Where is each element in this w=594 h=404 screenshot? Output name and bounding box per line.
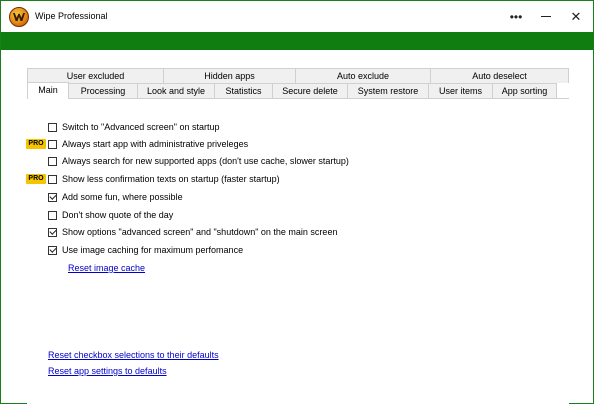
checkbox-add-fun[interactable] [48, 192, 57, 202]
option-add-fun[interactable]: Add some fun, where possible [48, 191, 183, 203]
checkbox-no-quote[interactable] [48, 210, 57, 220]
reset-image-cache-link[interactable]: Reset image cache [68, 263, 145, 273]
option-label: Don't show quote of the day [62, 210, 174, 220]
option-label: Add some fun, where possible [62, 192, 183, 202]
app-logo-icon [9, 7, 29, 27]
option-less-confirmations[interactable]: PRO Show less confirmation texts on star… [26, 173, 280, 185]
option-label: Always start app with administrative pri… [62, 139, 249, 149]
option-label: Show less confirmation texts on startup … [62, 174, 280, 184]
option-label: Always search for new supported apps (do… [62, 156, 349, 166]
close-icon: ✕ [570, 9, 582, 24]
checkbox-search-new-apps[interactable] [48, 156, 57, 166]
tab-secure-delete[interactable]: Secure delete [272, 83, 348, 98]
tab-auto-deselect[interactable]: Auto deselect [430, 68, 569, 83]
checkbox-image-caching[interactable] [48, 245, 57, 255]
tab-processing[interactable]: Processing [68, 83, 138, 98]
close-button[interactable]: ✕ [561, 1, 591, 32]
tab-user-excluded[interactable]: User excluded [27, 68, 164, 83]
option-image-caching[interactable]: Use image caching for maximum perfomance [48, 244, 243, 256]
minimize-icon [541, 16, 551, 17]
title-bar: Wipe Professional ••• ✕ [1, 1, 593, 32]
pro-badge: PRO [26, 139, 46, 149]
window-title: Wipe Professional [35, 11, 108, 21]
tab-row-bottom: Main Processing Look and style Statistic… [27, 82, 569, 99]
option-no-quote[interactable]: Don't show quote of the day [48, 209, 173, 221]
checkbox-less-confirmations[interactable] [48, 174, 57, 184]
tab-hidden-apps[interactable]: Hidden apps [163, 68, 296, 83]
header-accent-bar [1, 32, 593, 50]
reset-app-settings-link[interactable]: Reset app settings to defaults [48, 366, 167, 376]
reset-checkbox-selections-link[interactable]: Reset checkbox selections to their defau… [48, 350, 219, 360]
tab-user-items[interactable]: User items [428, 83, 493, 98]
tab-system-restore[interactable]: System restore [347, 83, 429, 98]
option-label: Use image caching for maximum perfomance [62, 245, 244, 255]
main-settings-panel: Switch to "Advanced screen" on startup P… [26, 98, 569, 404]
tab-statistics[interactable]: Statistics [214, 83, 273, 98]
option-label: Show options "advanced screen" and "shut… [62, 227, 338, 237]
more-options-button[interactable]: ••• [501, 1, 531, 32]
checkbox-admin-privileges[interactable] [48, 139, 57, 149]
tab-app-sorting[interactable]: App sorting [492, 83, 557, 98]
tab-row-top: User excluded Hidden apps Auto exclude A… [27, 68, 569, 83]
tab-auto-exclude[interactable]: Auto exclude [295, 68, 431, 83]
tab-look-and-style[interactable]: Look and style [137, 83, 215, 98]
pro-badge: PRO [26, 174, 46, 184]
option-label: Switch to "Advanced screen" on startup [62, 122, 220, 132]
option-advanced-screen[interactable]: Switch to "Advanced screen" on startup [48, 121, 219, 133]
app-window: Wipe Professional ••• ✕ User excluded Hi… [0, 0, 594, 404]
option-search-new-apps[interactable]: Always search for new supported apps (do… [48, 155, 349, 167]
minimize-button[interactable] [531, 1, 561, 32]
option-admin-privileges[interactable]: PRO Always start app with administrative… [26, 138, 249, 150]
checkbox-advanced-screen[interactable] [48, 122, 57, 132]
checkbox-show-advanced-shutdown[interactable] [48, 227, 57, 237]
option-show-advanced-shutdown[interactable]: Show options "advanced screen" and "shut… [48, 226, 337, 238]
tab-main[interactable]: Main [27, 82, 69, 99]
